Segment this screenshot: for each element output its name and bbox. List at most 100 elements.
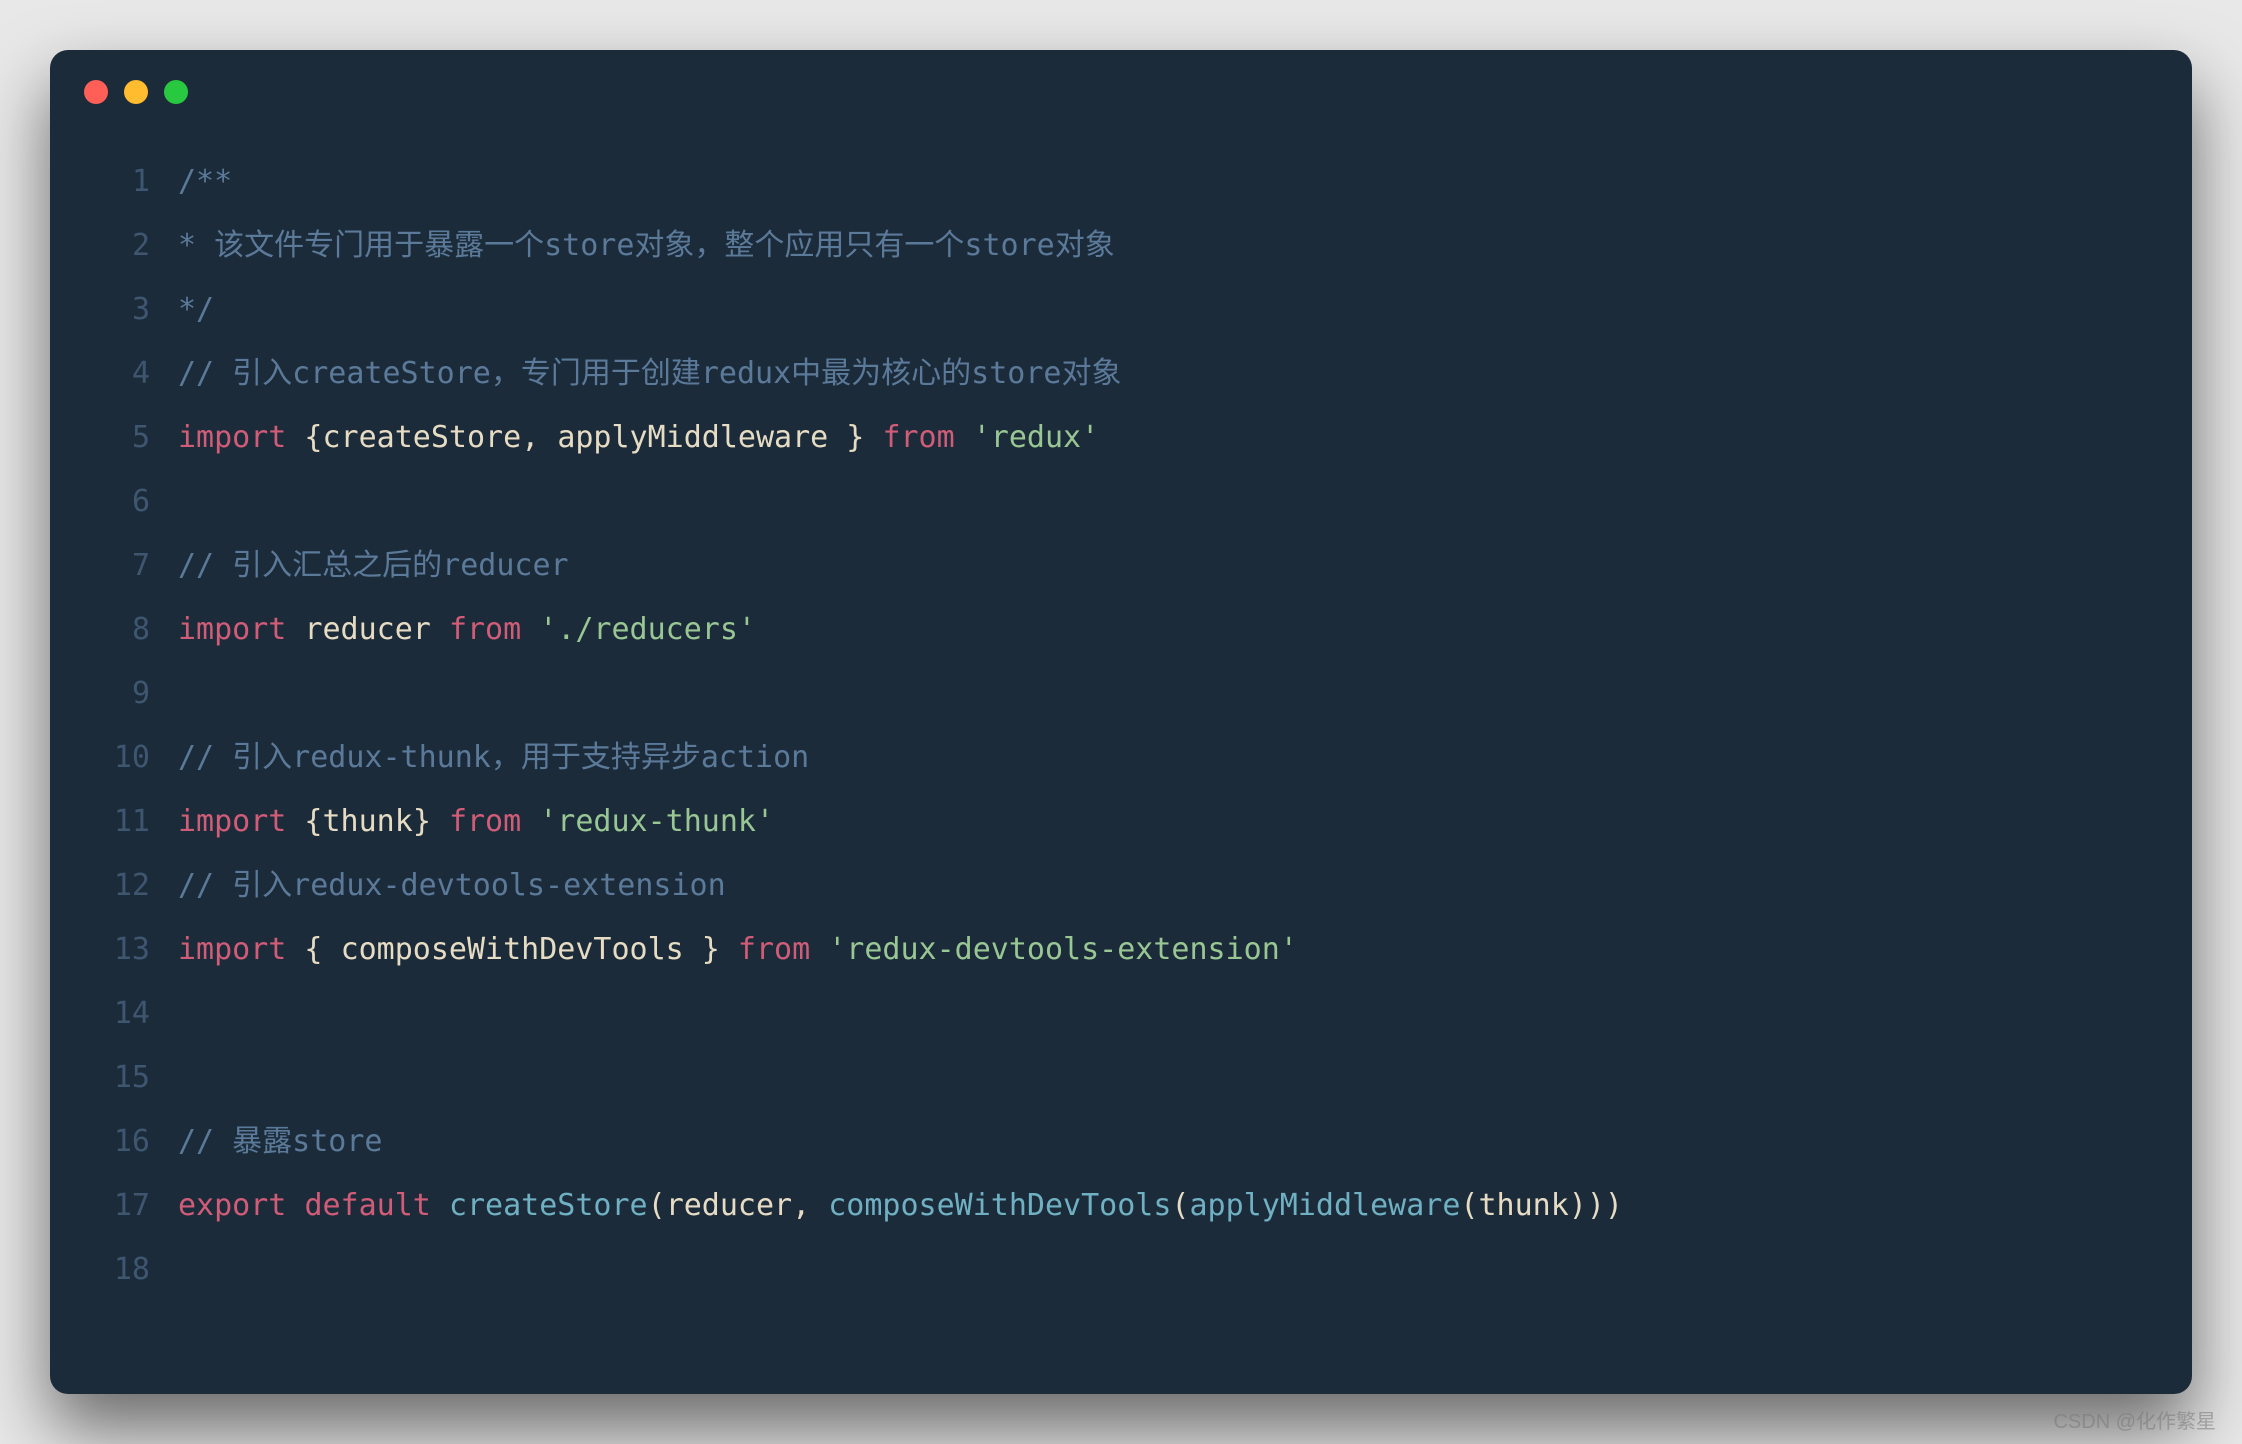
close-icon[interactable] — [84, 80, 108, 104]
token: */ — [178, 292, 214, 327]
token: import — [178, 612, 286, 647]
code-line[interactable]: 3*/ — [90, 278, 2152, 342]
token: { — [286, 932, 340, 967]
token: ( — [1171, 1188, 1189, 1223]
token: createStore — [323, 420, 522, 455]
code-content[interactable]: export default createStore(reducer, comp… — [178, 1174, 2152, 1238]
token — [431, 612, 449, 647]
line-number: 6 — [90, 470, 178, 534]
code-line[interactable]: 14 — [90, 982, 2152, 1046]
token: } — [684, 932, 738, 967]
code-content[interactable]: import { composeWithDevTools } from 'red… — [178, 918, 2152, 982]
code-line[interactable]: 8import reducer from './reducers' — [90, 598, 2152, 662]
token: default — [304, 1188, 430, 1223]
line-number: 11 — [90, 790, 178, 854]
code-content[interactable]: */ — [178, 278, 2152, 342]
token: // 引入汇总之后的reducer — [178, 548, 569, 583]
code-content[interactable]: import {thunk} from 'redux-thunk' — [178, 790, 2152, 854]
code-content[interactable]: // 引入createStore，专门用于创建redux中最为核心的store对… — [178, 342, 2152, 406]
code-content[interactable]: // 暴露store — [178, 1110, 2152, 1174]
token: } — [413, 804, 449, 839]
token: import — [178, 932, 286, 967]
code-line[interactable]: 1/** — [90, 150, 2152, 214]
code-content[interactable]: /** — [178, 150, 2152, 214]
code-line[interactable]: 18 — [90, 1238, 2152, 1302]
maximize-icon[interactable] — [164, 80, 188, 104]
code-content[interactable]: import reducer from './reducers' — [178, 598, 2152, 662]
line-number: 4 — [90, 342, 178, 406]
token: ))) — [1569, 1188, 1623, 1223]
code-line[interactable]: 15 — [90, 1046, 2152, 1110]
token: thunk — [1478, 1188, 1568, 1223]
token — [286, 612, 304, 647]
line-number: 7 — [90, 534, 178, 598]
token: /** — [178, 164, 232, 199]
token: 'redux' — [973, 420, 1099, 455]
token: import — [178, 804, 286, 839]
token: from — [449, 612, 521, 647]
code-content[interactable]: // 引入汇总之后的reducer — [178, 534, 2152, 598]
line-number: 16 — [90, 1110, 178, 1174]
token — [521, 612, 539, 647]
line-number: 2 — [90, 214, 178, 278]
code-line[interactable]: 13import { composeWithDevTools } from 'r… — [90, 918, 2152, 982]
code-line[interactable]: 4// 引入createStore，专门用于创建redux中最为核心的store… — [90, 342, 2152, 406]
line-number: 15 — [90, 1046, 178, 1110]
token: createStore — [449, 1188, 648, 1223]
window-controls — [84, 80, 188, 104]
token: // 引入createStore，专门用于创建redux中最为核心的store对… — [178, 356, 1121, 391]
watermark-text: CSDN @化作繁星 — [2053, 1405, 2216, 1434]
token: thunk — [323, 804, 413, 839]
code-line[interactable]: 10// 引入redux-thunk，用于支持异步action — [90, 726, 2152, 790]
token — [286, 1188, 304, 1223]
token: // 引入redux-thunk，用于支持异步action — [178, 740, 809, 775]
line-number: 13 — [90, 918, 178, 982]
code-line[interactable]: 9 — [90, 662, 2152, 726]
code-content[interactable]: // 引入redux-thunk，用于支持异步action — [178, 726, 2152, 790]
code-content[interactable]: * 该文件专门用于暴露一个store对象，整个应用只有一个store对象 — [178, 214, 2152, 278]
token: 'redux-devtools-extension' — [828, 932, 1298, 967]
token: import — [178, 420, 286, 455]
token: ( — [648, 1188, 666, 1223]
token: { — [286, 804, 322, 839]
line-number: 10 — [90, 726, 178, 790]
code-editor[interactable]: 1/**2* 该文件专门用于暴露一个store对象，整个应用只有一个store对… — [50, 150, 2192, 1394]
token: from — [882, 420, 954, 455]
line-number: 8 — [90, 598, 178, 662]
minimize-icon[interactable] — [124, 80, 148, 104]
token: , — [521, 420, 557, 455]
token: applyMiddleware — [557, 420, 828, 455]
line-number: 9 — [90, 662, 178, 726]
code-line[interactable]: 16// 暴露store — [90, 1110, 2152, 1174]
token: reducer — [666, 1188, 792, 1223]
line-number: 1 — [90, 150, 178, 214]
token: export — [178, 1188, 286, 1223]
code-content[interactable]: // 引入redux-devtools-extension — [178, 854, 2152, 918]
code-line[interactable]: 5import {createStore, applyMiddleware } … — [90, 406, 2152, 470]
line-number: 17 — [90, 1174, 178, 1238]
token: ( — [1460, 1188, 1478, 1223]
token — [521, 804, 539, 839]
code-line[interactable]: 2* 该文件专门用于暴露一个store对象，整个应用只有一个store对象 — [90, 214, 2152, 278]
token: applyMiddleware — [1189, 1188, 1460, 1223]
line-number: 3 — [90, 278, 178, 342]
code-line[interactable]: 17export default createStore(reducer, co… — [90, 1174, 2152, 1238]
token: } — [828, 420, 882, 455]
token: 'redux-thunk' — [539, 804, 774, 839]
token: { — [286, 420, 322, 455]
line-number: 14 — [90, 982, 178, 1046]
token: './reducers' — [539, 612, 756, 647]
code-line[interactable]: 12// 引入redux-devtools-extension — [90, 854, 2152, 918]
token: reducer — [304, 612, 430, 647]
code-line[interactable]: 6 — [90, 470, 2152, 534]
token: from — [449, 804, 521, 839]
line-number: 18 — [90, 1238, 178, 1302]
code-line[interactable]: 11import {thunk} from 'redux-thunk' — [90, 790, 2152, 854]
token: * 该文件专门用于暴露一个store对象，整个应用只有一个store对象 — [178, 228, 1115, 263]
token: // 暴露store — [178, 1124, 383, 1159]
line-number: 5 — [90, 406, 178, 470]
token: composeWithDevTools — [828, 1188, 1171, 1223]
code-content[interactable]: import {createStore, applyMiddleware } f… — [178, 406, 2152, 470]
token: composeWithDevTools — [341, 932, 684, 967]
code-line[interactable]: 7// 引入汇总之后的reducer — [90, 534, 2152, 598]
